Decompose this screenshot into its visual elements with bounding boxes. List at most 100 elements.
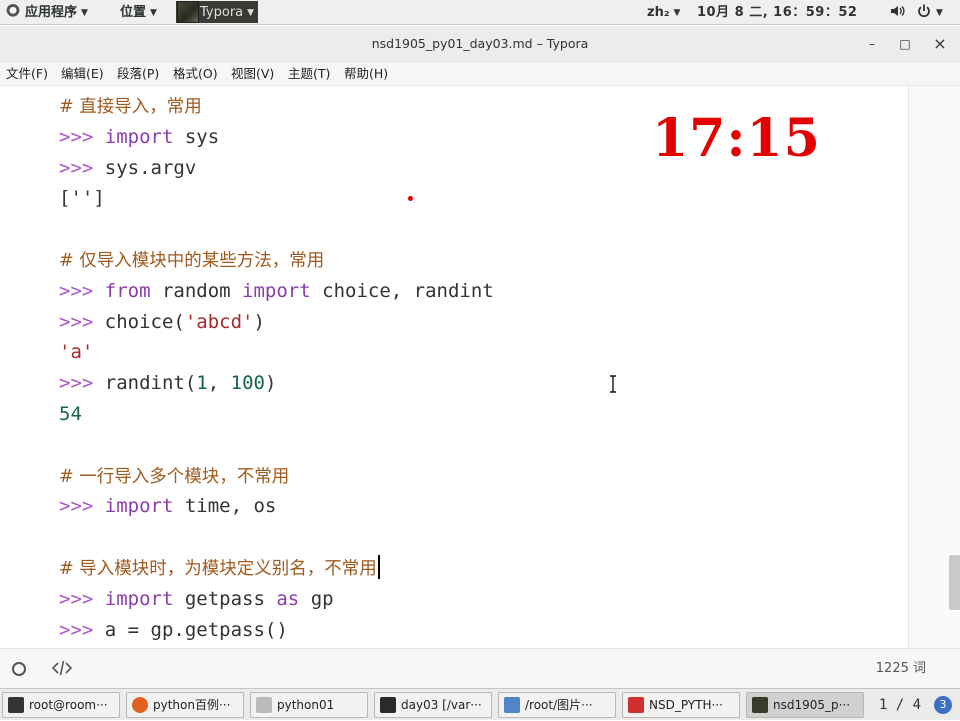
statusbar: 1225 词: [0, 648, 960, 688]
code-token-kw: as: [276, 587, 300, 610]
code-line: # 一行导入多个模块，不常用: [59, 462, 289, 493]
chevron-down-icon: ▼: [936, 8, 943, 18]
code-token-comment: # 一行导入多个模块，不常用: [59, 466, 290, 487]
code-token-prompt: >>>: [59, 372, 105, 395]
code-token-prompt: >>>: [59, 495, 105, 518]
menu-file[interactable]: 文件(F): [6, 62, 48, 86]
task-typora[interactable]: nsd1905_p···: [746, 692, 864, 718]
code-line: 54: [59, 400, 82, 431]
apps-icon: [6, 4, 20, 18]
task-firefox[interactable]: python百例···: [126, 692, 244, 718]
input-method-indicator[interactable]: zh₂ ▼: [647, 0, 680, 25]
pycharm-icon: [380, 697, 396, 713]
ibeam-cursor-icon: [610, 375, 616, 393]
code-line: >>> import getpass as gp: [59, 585, 334, 616]
task-document[interactable]: NSD_PYTH···: [622, 692, 740, 718]
code-line: # 直接导入，常用: [59, 92, 202, 123]
code-token-num: 54: [59, 403, 82, 425]
code-line: >>> sys.argv: [59, 154, 196, 185]
task-terminal[interactable]: root@room···: [2, 692, 120, 718]
speaker-icon[interactable]: [889, 0, 905, 25]
chevron-down-icon: ▼: [673, 8, 681, 18]
word-count[interactable]: 1225 词: [876, 649, 926, 689]
code-line: >>> from random import choice, randint: [59, 277, 494, 308]
laser-pointer-dot: [408, 196, 413, 201]
taskbar: root@room··· python百例··· python01 day03 …: [0, 688, 960, 720]
power-icon[interactable]: ▼: [916, 0, 943, 25]
code-token-plain: getpass: [173, 587, 277, 610]
panel-clock[interactable]: 10月 8 二, 16：59：52: [697, 0, 857, 25]
code-token-kw: import: [242, 279, 311, 302]
code-token-plain: randint(: [104, 372, 197, 395]
code-line: # 导入模块时，为模块定义别名，不常用: [59, 554, 380, 585]
code-token-prompt: >>>: [59, 310, 105, 333]
chevron-down-icon: ▼: [81, 8, 88, 18]
menu-format[interactable]: 格式(O): [173, 62, 218, 86]
code-token-plain: ,: [207, 372, 231, 395]
top-panel: 应用程序 ▼ 位置 ▼ Typora ▼ zh₂ ▼ 10月 8 二, 16：59：52…: [0, 0, 960, 25]
code-token-plain: random: [150, 279, 243, 302]
minimize-button[interactable]: –: [857, 26, 887, 62]
code-line: >>> import sys: [59, 123, 219, 154]
menu-help[interactable]: 帮助(H): [344, 62, 388, 86]
file-manager-icon: [256, 697, 272, 713]
task-file-manager[interactable]: python01: [250, 692, 368, 718]
code-token-comment: # 直接导入，常用: [59, 97, 202, 117]
chevron-down-icon: ▼: [247, 8, 255, 18]
code-token-plain: choice(: [104, 310, 185, 333]
menu-theme[interactable]: 主题(T): [288, 62, 330, 86]
code-token-plain: ): [253, 310, 265, 333]
window-titlebar[interactable]: nsd1905_py01_day03.md – Typora – □ ×: [0, 26, 960, 62]
code-token-prompt: >>>: [59, 125, 105, 148]
code-token-num: 100: [230, 372, 265, 395]
code-token-prompt: >>>: [59, 618, 105, 641]
menubar: 文件(F) 编辑(E) 段落(P) 格式(O) 视图(V) 主题(T) 帮助(H…: [0, 62, 960, 86]
code-token-num: 1: [196, 372, 208, 395]
code-line: ['']: [59, 184, 105, 215]
menu-edit[interactable]: 编辑(E): [61, 62, 104, 86]
code-token-plain: gp: [299, 587, 334, 610]
code-token-kw: import: [104, 587, 174, 610]
outline-toggle-icon[interactable]: [12, 662, 26, 676]
timer-overlay: 17:15: [652, 108, 821, 169]
running-app-label[interactable]: Typora ▼: [200, 0, 254, 25]
code-token-kw: import: [104, 125, 174, 148]
code-line: >>> import time, os: [59, 492, 276, 523]
menu-paragraph[interactable]: 段落(P): [117, 62, 159, 86]
code-token-kw: import: [104, 495, 174, 518]
close-button[interactable]: ×: [925, 26, 955, 62]
code-token-str: 'a': [59, 341, 94, 364]
places-menu[interactable]: 位置 ▼: [120, 0, 157, 25]
code-token-plain: ['']: [59, 187, 105, 210]
code-line: >>> choice('abcd'): [59, 308, 265, 339]
code-token-plain: sys.argv: [104, 156, 197, 179]
workspace-pager[interactable]: 1 / 4: [872, 689, 928, 721]
menu-view[interactable]: 视图(V): [231, 62, 274, 86]
code-token-plain: sys: [173, 125, 220, 148]
code-line: # 仅导入模块中的某些方法，常用: [59, 246, 324, 277]
code-token-comment: # 导入模块时，为模块定义别名，不常用: [59, 559, 377, 579]
typora-app-icon: [177, 1, 199, 23]
firefox-icon: [132, 697, 148, 713]
text-caret: [377, 555, 380, 579]
maximize-button[interactable]: □: [890, 26, 920, 62]
code-token-comment: # 仅导入模块中的某些方法，常用: [59, 251, 325, 271]
source-code-mode-icon[interactable]: [51, 659, 73, 677]
code-token-plain: a = gp.getpass(): [104, 618, 288, 641]
code-line: >>> randint(1, 100): [59, 369, 276, 400]
task-image-viewer[interactable]: /root/图片···: [498, 692, 616, 718]
code-token-str: 'abcd': [184, 310, 254, 333]
notification-badge[interactable]: 3: [934, 696, 952, 714]
document-icon: [628, 697, 644, 713]
image-viewer-icon: [504, 697, 520, 713]
code-token-prompt: >>>: [59, 279, 105, 302]
code-token-prompt: >>>: [59, 587, 105, 610]
code-token-prompt: >>>: [59, 156, 105, 179]
task-pycharm[interactable]: day03 [/var···: [374, 692, 492, 718]
chevron-down-icon: ▼: [150, 8, 157, 18]
applications-menu[interactable]: 应用程序 ▼: [6, 0, 88, 25]
code-token-plain: time, os: [173, 495, 277, 518]
code-token-plain: ): [264, 372, 277, 395]
scrollbar-thumb[interactable]: [949, 555, 960, 610]
window-title: nsd1905_py01_day03.md – Typora: [371, 36, 589, 51]
